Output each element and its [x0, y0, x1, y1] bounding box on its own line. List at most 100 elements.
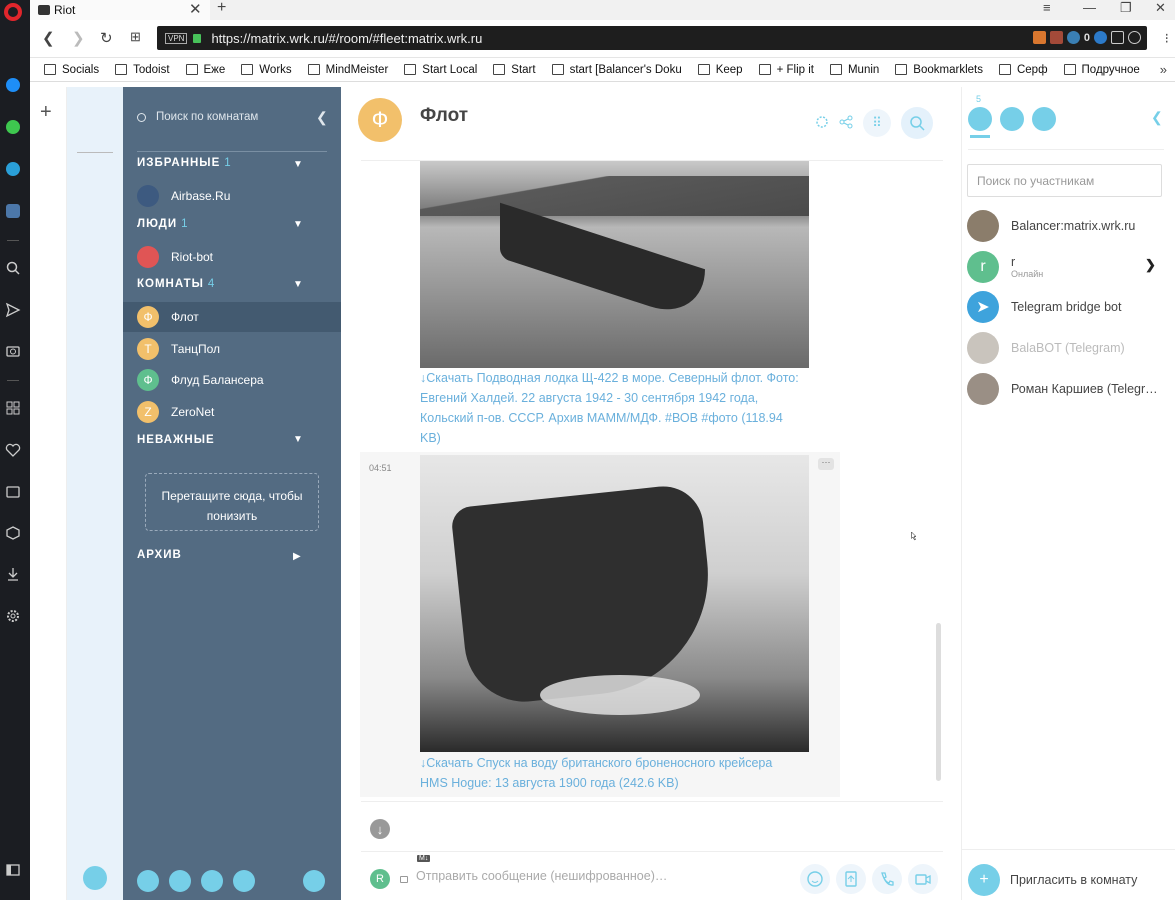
member-item[interactable]: BalaBOT (Telegram) [967, 330, 1172, 366]
download-icon[interactable] [3, 564, 23, 584]
section-rooms[interactable]: КОМНАТЫ 4 [137, 278, 215, 290]
bookmark-item[interactable]: Start [493, 64, 536, 76]
tab-menu-icon[interactable]: ≡ [1043, 0, 1051, 15]
blocker-icon[interactable] [1094, 31, 1107, 44]
members-tab-icon[interactable]: 5 [968, 94, 992, 138]
chevron-down-icon[interactable]: ▼ [293, 159, 303, 170]
home-icon[interactable] [137, 870, 159, 892]
news-icon[interactable] [3, 482, 23, 502]
box-icon[interactable] [3, 523, 23, 543]
more-bookmarks-icon[interactable]: » [1160, 62, 1167, 77]
share-icon[interactable] [839, 115, 853, 132]
room-item-riot-bot[interactable]: Riot-bot [123, 242, 341, 272]
chevron-right-icon[interactable]: ❯ [1145, 257, 1156, 273]
forward-icon[interactable]: ❯ [72, 29, 85, 47]
room-item-tancpol[interactable]: Т ТанцПол [123, 334, 341, 364]
vk-icon[interactable] [3, 201, 23, 221]
tabs-grid-icon[interactable]: ⊞ [130, 29, 141, 45]
bookmark-item[interactable]: Socials [44, 64, 99, 76]
extension-icon[interactable] [1049, 31, 1063, 44]
upload-icon[interactable] [836, 864, 866, 894]
bookmark-heart-icon[interactable] [1128, 31, 1141, 44]
search-icon[interactable] [3, 258, 23, 278]
section-low-priority[interactable]: НЕВАЖНЫЕ [137, 434, 215, 446]
opera-logo-icon[interactable] [4, 3, 22, 21]
bookmark-item[interactable]: Start Local [404, 64, 477, 76]
bookmark-item[interactable]: Todoist [115, 64, 170, 76]
address-bar[interactable]: VPN https://matrix.wrk.ru/#/room/#fleet:… [157, 26, 1147, 50]
whatsapp-icon[interactable] [3, 117, 23, 137]
rss-icon[interactable] [1032, 31, 1046, 44]
camera-icon[interactable] [3, 341, 23, 361]
chevron-down-icon[interactable]: ▼ [293, 434, 303, 445]
bookmark-item[interactable]: start [Balancer's Doku [551, 64, 682, 76]
section-people[interactable]: ЛЮДИ 1 [137, 218, 189, 230]
reload-icon[interactable]: ↻ [100, 29, 113, 47]
sidebar-toggle-icon[interactable] [3, 860, 23, 880]
download-link[interactable]: ↓Скачать Подводная лодка Щ-422 в море. С… [420, 368, 800, 448]
close-tab-icon[interactable]: ✕ [189, 0, 202, 18]
flow-icon[interactable] [1111, 31, 1124, 44]
message-image[interactable] [420, 161, 809, 368]
create-room-icon[interactable] [233, 870, 255, 892]
bookmark-item[interactable]: Keep [697, 64, 743, 76]
jump-to-bottom-icon[interactable]: ↓ [370, 819, 390, 839]
download-link[interactable]: ↓Скачать Спуск на воду британского броне… [420, 753, 800, 793]
start-chat-icon[interactable] [169, 870, 191, 892]
room-header-avatar[interactable]: Ф [358, 98, 402, 142]
messenger-icon[interactable] [3, 75, 23, 95]
collapse-right-icon[interactable]: ❮ [1151, 109, 1163, 126]
message-composer-input[interactable] [416, 865, 676, 887]
demote-dropzone[interactable]: Перетащите сюда, чтобы понизить [145, 473, 319, 531]
speed-dial-icon[interactable] [3, 398, 23, 418]
bookmark-item[interactable]: Munin [829, 64, 879, 76]
voice-call-icon[interactable] [872, 864, 902, 894]
section-favourites[interactable]: ИЗБРАННЫЕ 1 [137, 157, 232, 169]
groups-icon[interactable] [83, 866, 107, 890]
bookmark-item[interactable]: Works [241, 64, 292, 76]
room-item-zeronet[interactable]: Z ZeroNet [123, 397, 341, 427]
back-icon[interactable]: ❮ [42, 29, 55, 47]
browser-tab[interactable]: Riot [30, 0, 210, 20]
vpn-badge[interactable]: VPN [165, 32, 188, 44]
chevron-right-icon[interactable]: ▶ [293, 551, 301, 562]
globe-icon[interactable] [1066, 31, 1080, 44]
video-call-icon[interactable] [908, 864, 938, 894]
notifications-tab-icon[interactable] [1032, 107, 1056, 131]
member-item[interactable]: ➤ Telegram bridge bot [967, 289, 1172, 325]
settings-icon[interactable] [3, 606, 23, 626]
message-image[interactable] [420, 455, 809, 752]
new-tab-button[interactable]: + [217, 0, 226, 17]
invite-button[interactable]: + Пригласить в комнату [968, 864, 1137, 896]
bookmark-item[interactable]: MindMeister [307, 64, 388, 76]
files-tab-icon[interactable] [1000, 107, 1024, 131]
apps-grid-icon[interactable]: ⠿ [863, 109, 891, 137]
emoji-icon[interactable] [800, 864, 830, 894]
bookmark-item[interactable]: Серф [998, 64, 1048, 76]
send-icon[interactable] [3, 300, 23, 320]
bookmark-item[interactable]: Подручное [1063, 64, 1140, 76]
timeline-scrollbar[interactable] [936, 623, 941, 781]
markdown-toggle[interactable]: M↓ [417, 855, 431, 862]
minimize-icon[interactable]: — [1083, 0, 1096, 15]
member-search-input[interactable] [967, 164, 1162, 197]
telegram-icon[interactable] [3, 159, 23, 179]
menu-icon[interactable]: ⁝ [1165, 30, 1169, 47]
room-item-airbase[interactable]: Airbase.Ru [123, 181, 341, 211]
close-window-icon[interactable]: ✕ [1155, 0, 1166, 16]
url-text[interactable]: https://matrix.wrk.ru/#/room/#fleet:matr… [211, 31, 482, 46]
member-item[interactable]: Роман Каршиев (Telegr… [967, 371, 1172, 407]
room-search[interactable]: Поиск по комнатам [137, 111, 258, 123]
heart-icon[interactable] [3, 440, 23, 460]
room-title[interactable]: Флот [420, 105, 468, 127]
room-directory-icon[interactable] [201, 870, 223, 892]
bookmark-item[interactable]: Еже [185, 64, 225, 76]
restore-icon[interactable]: ❐ [1120, 0, 1132, 16]
message-options-icon[interactable]: ··· [818, 458, 834, 470]
bookmark-item[interactable]: + Flip it [758, 64, 814, 76]
member-item[interactable]: Balancer:matrix.wrk.ru [967, 208, 1172, 244]
room-item-flud[interactable]: Ф Флуд Балансера [123, 365, 341, 395]
room-settings-icon[interactable] [815, 115, 829, 132]
room-search-icon[interactable] [901, 107, 933, 139]
collapse-left-icon[interactable]: ❮ [316, 109, 328, 126]
